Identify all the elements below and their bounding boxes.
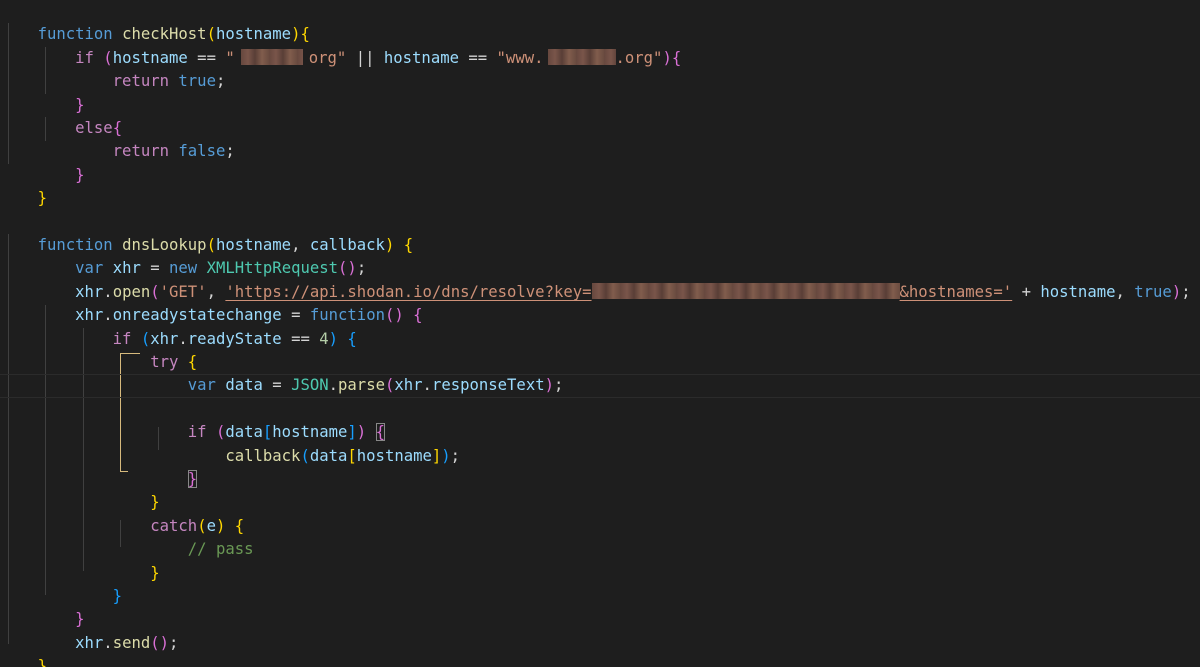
code-editor[interactable]: function checkHost(hostname){ if (hostna… <box>0 0 1200 667</box>
code-line[interactable]: return false; <box>0 117 1200 160</box>
code-line[interactable]: if (data[hostname]) { <box>0 398 1200 442</box>
code-line[interactable]: var data = JSON.parse(xhr.responseText); <box>0 351 1200 394</box>
code-line[interactable]: if (hostname == " org" || hostname == "ww… <box>0 23 1200 67</box>
code-line[interactable]: else{ <box>0 94 1200 137</box>
code-line[interactable]: callback(data[hostname]); <box>0 421 1200 465</box>
code-line[interactable]: } <box>0 562 1200 605</box>
code-text: } <box>37 657 47 667</box>
code-line[interactable]: function checkHost(hostname){ <box>0 0 1200 43</box>
current-line[interactable] <box>0 374 1200 398</box>
code-line[interactable]: function dnsLookup(hostname, callback) { <box>0 211 1200 254</box>
code-line[interactable]: } <box>0 164 1200 207</box>
code-line[interactable]: } <box>0 468 1200 511</box>
code-line[interactable]: xhr.send(); <box>0 608 1200 652</box>
code-line[interactable]: } <box>0 585 1200 628</box>
code-line[interactable]: return true; <box>0 47 1200 90</box>
code-line[interactable]: } <box>0 632 1200 667</box>
code-line[interactable]: catch(e) { <box>0 491 1200 535</box>
code-line[interactable]: var xhr = new XMLHttpRequest(); <box>0 234 1200 277</box>
code-line[interactable]: // pass <box>0 515 1200 558</box>
code-line[interactable]: if (xhr.readyState == 4) { <box>0 304 1200 348</box>
code-line[interactable]: xhr.open('GET', 'https://api.shodan.io/d… <box>0 257 1200 301</box>
code-line[interactable]: } <box>0 70 1200 114</box>
code-line[interactable]: try { <box>0 328 1200 371</box>
code-line[interactable]: } <box>0 538 1200 582</box>
code-line[interactable]: xhr.onreadystatechange = function() { <box>0 281 1200 324</box>
code-line[interactable]: } <box>0 445 1200 488</box>
code-line[interactable]: } <box>0 140 1200 184</box>
code-line[interactable] <box>0 187 1200 210</box>
